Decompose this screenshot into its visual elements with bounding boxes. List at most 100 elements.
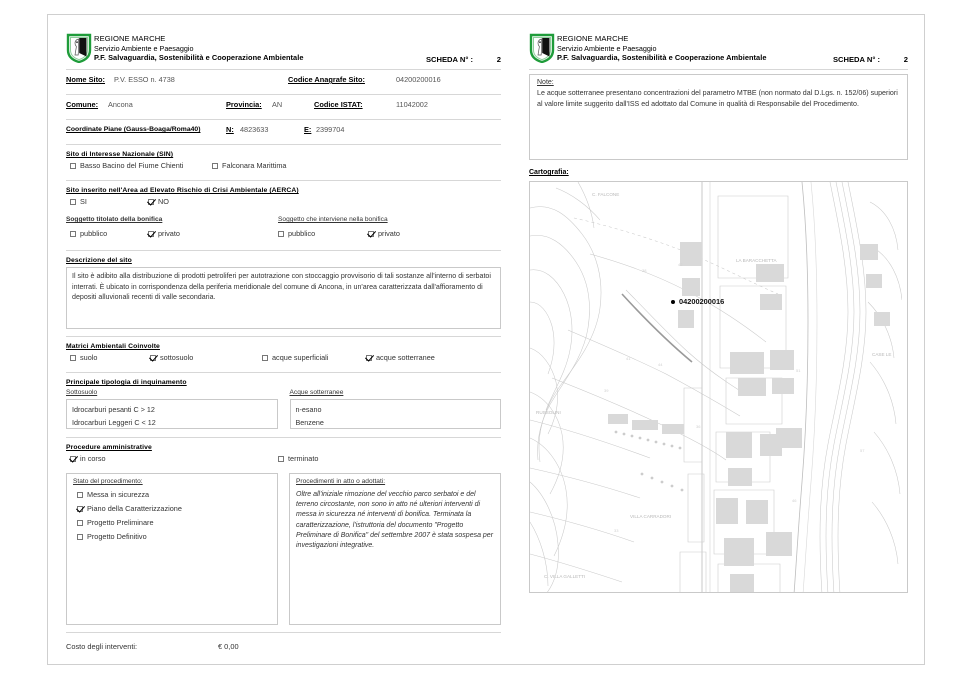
pollutant-item: Idrocarburi Leggeri C < 12: [72, 418, 156, 427]
sin-title: Sito di Interesse Nazionale (SIN): [66, 151, 174, 158]
map-label: C. FALCONE: [592, 192, 619, 197]
sottosuolo-pollutants-box: Idrocarburi pesanti C > 12 Idrocarburi L…: [66, 399, 278, 429]
checkbox-label: Progetto Definitivo: [87, 532, 147, 541]
checkbox-label: acque sotterranee: [376, 353, 435, 362]
svg-text:44: 44: [658, 362, 663, 367]
checkbox-label: privato: [378, 229, 400, 238]
regione-marche-shield-logo-icon: [66, 33, 92, 64]
divider-9: [66, 632, 501, 633]
titolato-checkbox-pubblico[interactable]: pubblico: [70, 229, 107, 238]
checkbox-box[interactable]: [150, 354, 156, 361]
map-label: VILLA CARRADORI: [630, 514, 671, 519]
soggetti-options: pubblico privato pubblico privato: [66, 229, 501, 246]
document-header-left: REGIONE MARCHE Servizio Ambiente e Paesa…: [66, 33, 501, 65]
descrizione-title: Descrizione del sito: [66, 257, 132, 264]
checkbox-box[interactable]: [70, 354, 76, 361]
checkbox-box[interactable]: [70, 230, 76, 237]
checkbox-label: suolo: [80, 353, 98, 362]
checkbox-box[interactable]: [262, 354, 268, 361]
checkbox-box[interactable]: [278, 230, 284, 237]
checkbox-box[interactable]: [148, 198, 154, 205]
matrici-checkbox-suolo[interactable]: suolo: [70, 353, 97, 362]
procedure-checkbox-in-corso[interactable]: in corso: [70, 454, 106, 463]
org-name: REGIONE MARCHE: [557, 34, 629, 43]
stato-checkbox-progetto-definitivo[interactable]: Progetto Definitivo: [77, 532, 147, 541]
sin-checkbox-chienti[interactable]: Basso Bacino del Fiume Chienti: [70, 161, 183, 170]
costo-row: Costo degli interventi: € 0,00: [66, 642, 501, 658]
checkbox-box[interactable]: [77, 519, 83, 526]
nome-sito-label: Nome Sito:: [66, 75, 106, 84]
left-column: REGIONE MARCHE Servizio Ambiente e Paesa…: [48, 15, 515, 664]
divider-6: [66, 336, 501, 337]
interviene-checkbox-pubblico[interactable]: pubblico: [278, 229, 315, 238]
scheda-number-block: SCHEDA N° : 2: [426, 55, 501, 64]
org-name: REGIONE MARCHE: [94, 34, 166, 43]
checkbox-label: Progetto Preliminare: [87, 518, 154, 527]
sin-options: Basso Bacino del Fiume Chienti Falconara…: [66, 161, 501, 176]
checkbox-box[interactable]: [278, 455, 284, 462]
procedure-status-options: in corso terminato: [66, 454, 501, 469]
stato-procedimento-title: Stato del procedimento:: [73, 478, 143, 485]
matrici-checkbox-acque-superficiali[interactable]: acque superficiali: [262, 353, 328, 362]
acque-pollutants-box: n-esano Benzene: [289, 399, 501, 429]
soggetto-titolato-title: Soggetto titolato della bonifica: [66, 216, 163, 223]
interviene-checkbox-privato[interactable]: privato: [368, 229, 400, 238]
svg-text:36: 36: [696, 424, 701, 429]
svg-text:51: 51: [796, 368, 801, 373]
checkbox-box[interactable]: [77, 491, 83, 498]
checkbox-box[interactable]: [77, 505, 83, 512]
regione-marche-shield-logo-icon: [529, 33, 555, 64]
row-nome-sito: Nome Sito: P.V. ESSO n. 4738 Codice Anag…: [66, 70, 501, 90]
map-label: RUSSOLINI: [536, 410, 561, 415]
sin-checkbox-falconara[interactable]: Falconara Marittima: [212, 161, 286, 170]
stato-checkbox-messa-in-sicurezza[interactable]: Messa in sicurezza: [77, 490, 149, 499]
checkbox-box[interactable]: [70, 198, 76, 205]
aerca-options: SI NO: [66, 197, 501, 212]
row-comune: Comune: Ancona Provincia: AN Codice ISTA…: [66, 95, 501, 115]
cartografia-title: Cartografia:: [529, 169, 569, 176]
checkbox-label: sottosuolo: [160, 353, 194, 362]
procedure-title: Procedure amministrative: [66, 444, 152, 451]
acque-sotterranee-label: Acque sotterranee: [289, 389, 344, 396]
matrici-checkbox-sottosuolo[interactable]: sottosuolo: [150, 353, 193, 362]
stato-procedimento-box: Stato del procedimento: Messa in sicurez…: [66, 473, 278, 625]
scheda-value: 2: [496, 55, 501, 64]
codice-istat-label: Codice ISTAT:: [314, 100, 363, 109]
procedure-checkbox-terminato[interactable]: terminato: [278, 454, 318, 463]
map-label: C. VILLA GALLETTI: [544, 574, 585, 579]
checkbox-box[interactable]: [70, 455, 76, 462]
divider-4: [66, 180, 501, 181]
checkbox-box[interactable]: [70, 162, 76, 169]
checkbox-box[interactable]: [212, 162, 218, 169]
svg-text:57: 57: [860, 448, 865, 453]
stato-checkbox-piano-caratterizzazione[interactable]: Piano della Caratterizzazione: [77, 504, 182, 513]
checkbox-box[interactable]: [148, 230, 154, 237]
note-text: Le acque sotterranee presentano concentr…: [537, 89, 898, 108]
checkbox-label: SI: [80, 197, 87, 206]
matrici-checkbox-acque-sotterranee[interactable]: acque sotterranee: [366, 353, 435, 362]
aerca-checkbox-no[interactable]: NO: [148, 197, 169, 206]
codice-anagrafe-value: 04200200016: [396, 75, 441, 84]
checkbox-label: acque superficiali: [272, 353, 329, 362]
checkbox-label: pubblico: [288, 229, 316, 238]
stato-checkbox-progetto-preliminare[interactable]: Progetto Preliminare: [77, 518, 154, 527]
stato-option-row: Piano della Caratterizzazione: [73, 504, 271, 518]
aerca-checkbox-si[interactable]: SI: [70, 197, 87, 206]
map-marker-dot: [671, 299, 675, 304]
stato-option-row: Progetto Definitivo: [73, 532, 271, 546]
checkbox-label: NO: [158, 197, 169, 206]
pollutant-item: Benzene: [295, 418, 324, 427]
row-coordinate: Coordinate Piane (Gauss-Boaga/Roma40) N:…: [66, 120, 501, 140]
checkbox-box[interactable]: [368, 230, 374, 237]
costo-value: € 0,00: [218, 642, 239, 651]
titolato-checkbox-privato[interactable]: privato: [148, 229, 180, 238]
org-service: Servizio Ambiente e Paesaggio: [94, 43, 194, 53]
document-page: REGIONE MARCHE Servizio Ambiente e Paesa…: [47, 14, 925, 665]
checkbox-box[interactable]: [366, 354, 372, 361]
codice-anagrafe-label: Codice Anagrafe Sito:: [288, 75, 365, 84]
checkbox-label: Falconara Marittima: [222, 161, 287, 170]
divider-3: [66, 144, 501, 145]
header-divider-right: [529, 69, 908, 70]
checkbox-box[interactable]: [77, 533, 83, 540]
cartografia-map[interactable]: C. FALCONE LA BARACCHETTA VILLA CARRADOR…: [529, 181, 908, 593]
